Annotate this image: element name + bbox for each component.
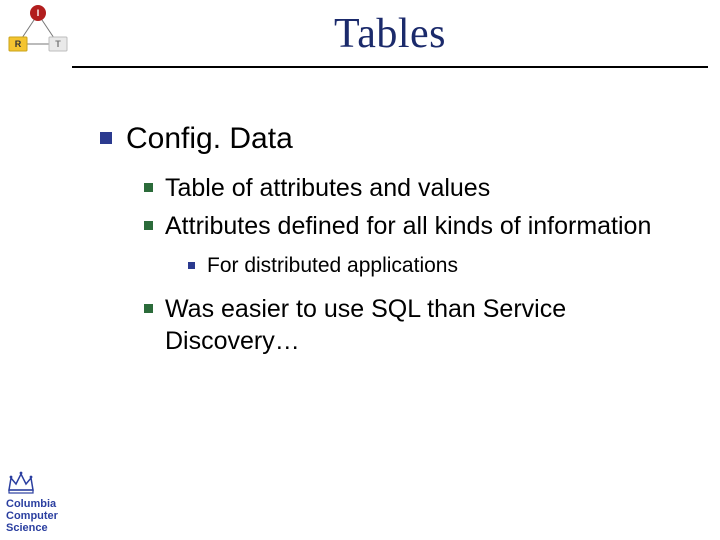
logo-node-t-label: T [55, 39, 61, 49]
bullet-level1: Config. Data [100, 120, 660, 158]
crown-icon [6, 468, 36, 496]
footer-text: Columbia Computer Science [6, 498, 80, 534]
footer-line: Science [6, 522, 80, 534]
content-area: Config. Data Table of attributes and val… [100, 120, 660, 363]
bullet-text: Was easier to use SQL than Service Disco… [165, 293, 660, 357]
columbia-footer-logo: Columbia Computer Science [6, 468, 80, 534]
bullet-text: For distributed applications [207, 252, 458, 279]
slide: I R T Tables Config. Data Table of attri… [0, 0, 720, 540]
footer-line: Computer [6, 510, 80, 522]
slide-title: Tables [80, 10, 700, 58]
square-bullet-icon [144, 221, 153, 230]
square-bullet-icon [144, 183, 153, 192]
bullet-level2: Table of attributes and values [144, 172, 660, 204]
square-bullet-icon [144, 304, 153, 313]
bullet-level2: Attributes defined for all kinds of info… [144, 210, 660, 242]
square-bullet-icon [100, 132, 112, 144]
title-wrap: Tables [80, 10, 700, 58]
footer-line: Columbia [6, 498, 80, 510]
title-underline [72, 66, 708, 68]
bullet-text: Attributes defined for all kinds of info… [165, 210, 651, 242]
bullet-level3: For distributed applications [188, 252, 660, 279]
bullet-text: Config. Data [126, 120, 293, 158]
irt-triangle-logo: I R T [6, 4, 70, 58]
bullet-text: Table of attributes and values [165, 172, 490, 204]
logo-node-r-label: R [15, 39, 22, 49]
square-bullet-icon [188, 262, 195, 269]
bullet-level2: Was easier to use SQL than Service Disco… [144, 293, 660, 357]
logo-node-i-label: I [37, 8, 40, 18]
